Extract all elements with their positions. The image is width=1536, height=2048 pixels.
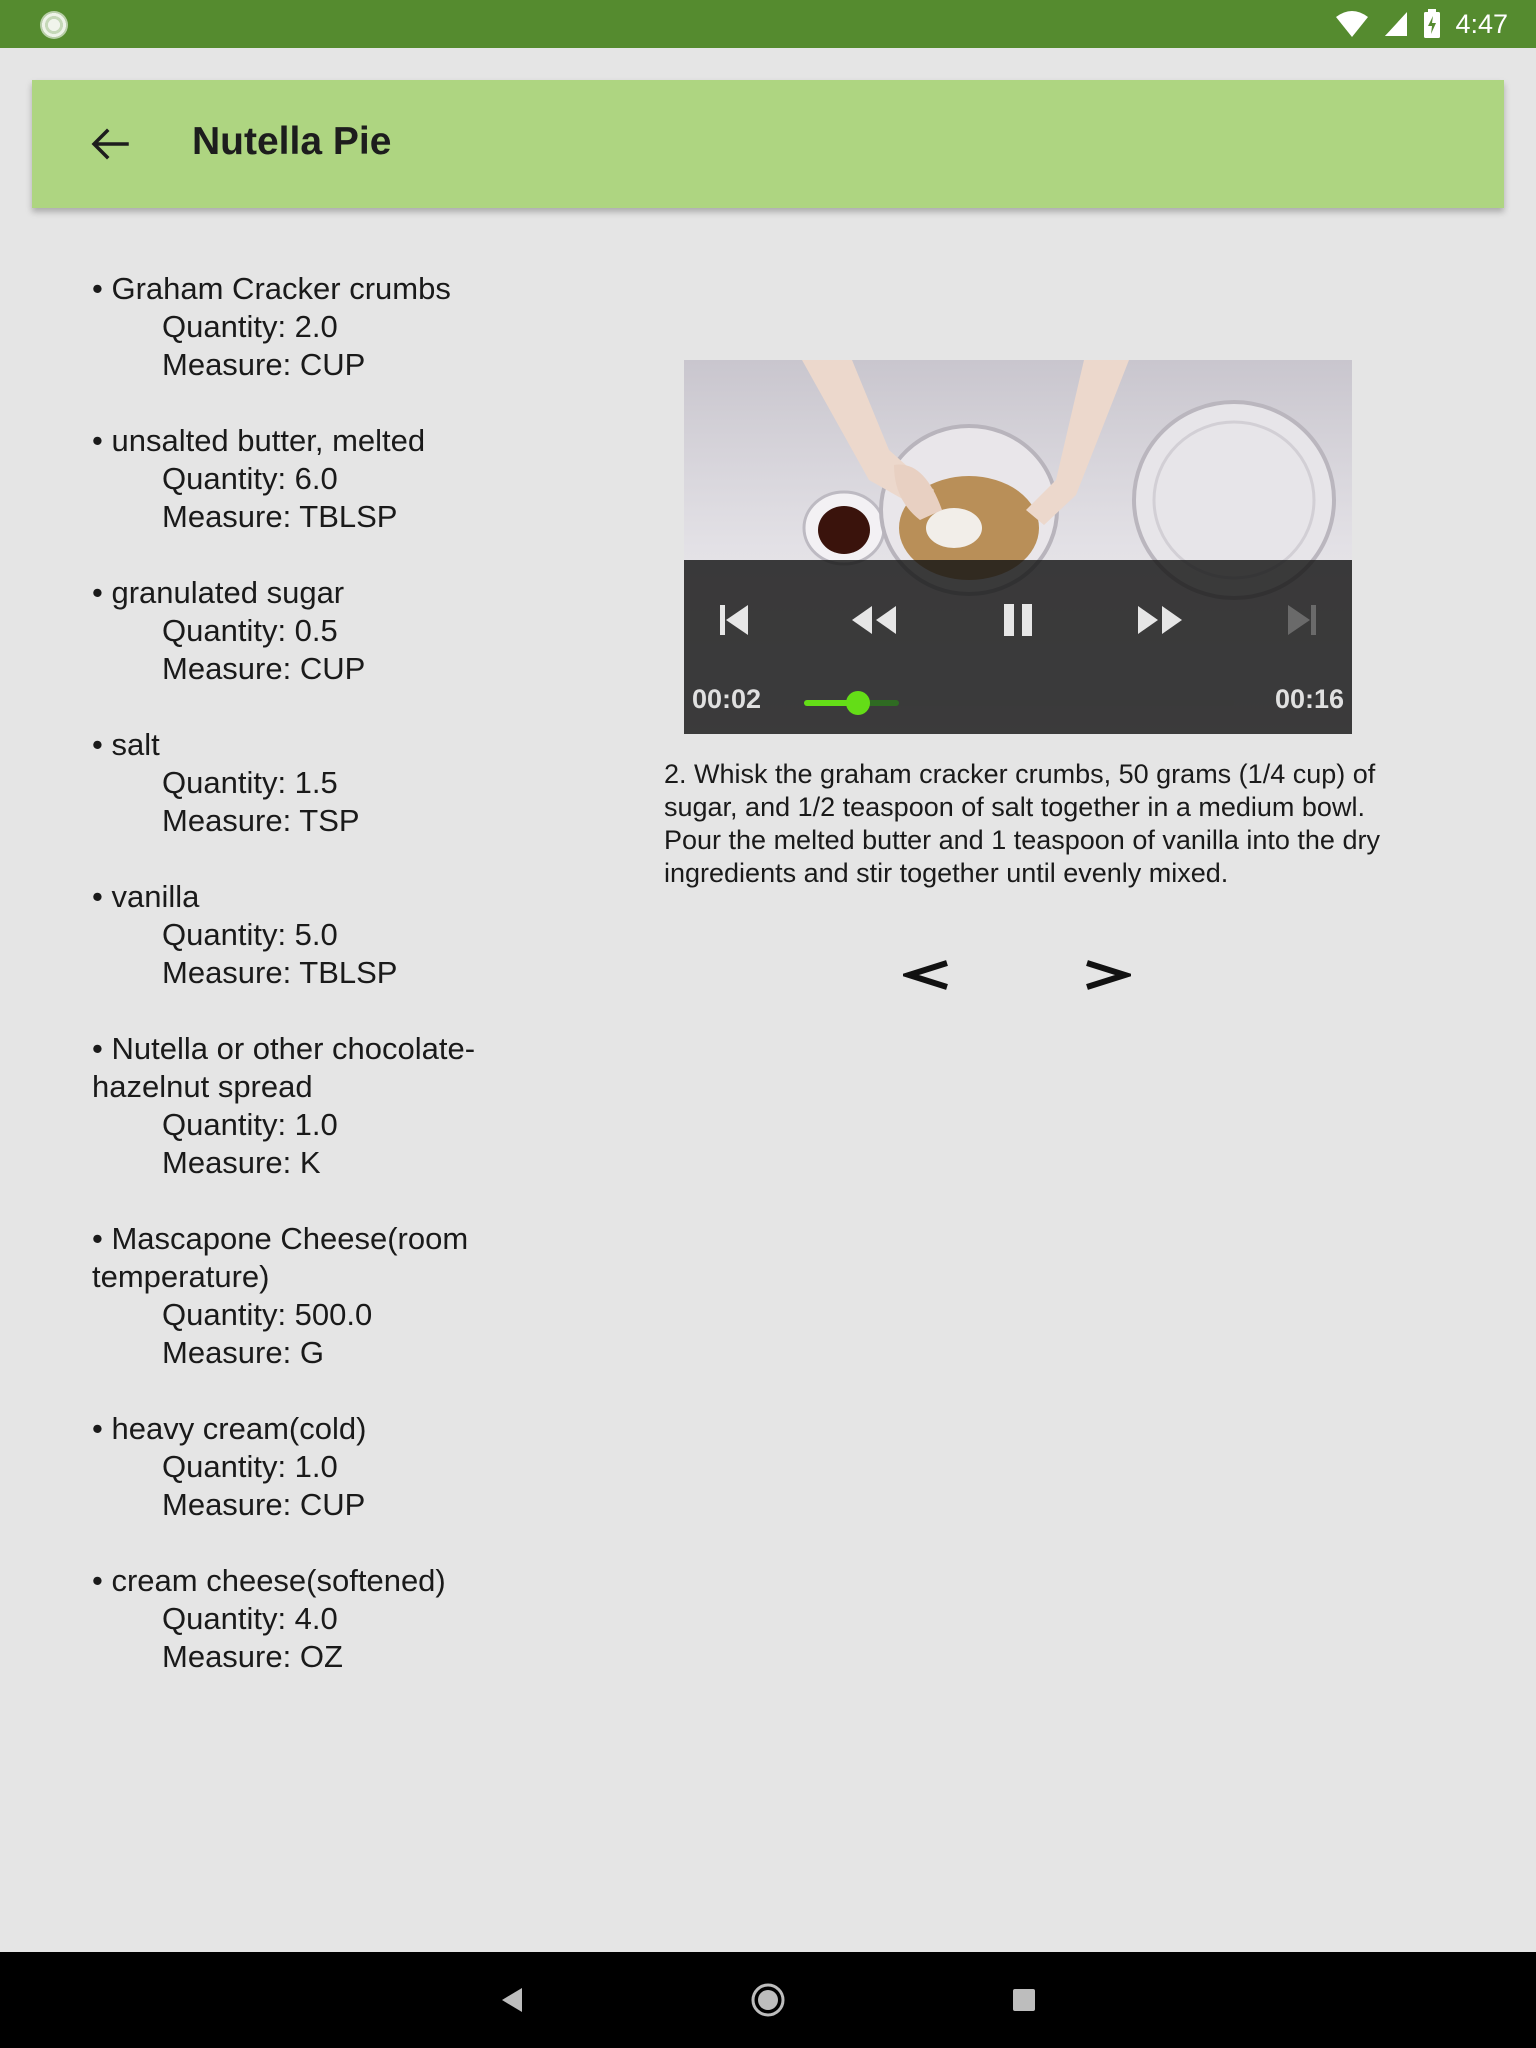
- ingredient-name: • Graham Cracker crumbs: [92, 271, 451, 306]
- system-back-button[interactable]: [492, 1980, 532, 2020]
- player-duration: 00:16: [1274, 684, 1344, 714]
- ingredient-name: • vanilla: [92, 879, 200, 914]
- list-item: • heavy cream(cold) Quantity: 1.0 Measur…: [92, 1410, 512, 1524]
- ingredient-name: • cream cheese(softened): [92, 1563, 446, 1598]
- ingredient-name: • heavy cream(cold): [92, 1411, 367, 1446]
- system-nav-bar: [0, 1952, 1536, 2048]
- next-step-button[interactable]: [1078, 954, 1138, 996]
- list-item: • salt Quantity: 1.5 Measure: TSP: [92, 726, 512, 840]
- ingredient-quantity: Quantity: 1.0: [162, 1107, 338, 1142]
- list-item: • unsalted butter, melted Quantity: 6.0 …: [92, 422, 512, 536]
- arrow-back-icon: [91, 128, 129, 160]
- ingredient-measure: Measure: K: [162, 1145, 321, 1180]
- home-circle-icon: [751, 1983, 785, 2017]
- ingredient-measure: Measure: TBLSP: [162, 499, 398, 534]
- list-item: • granulated sugar Quantity: 0.5 Measure…: [92, 574, 512, 688]
- skip-next-icon: [1288, 605, 1316, 635]
- list-item: • vanilla Quantity: 5.0 Measure: TBLSP: [92, 878, 512, 992]
- pause-button[interactable]: [986, 588, 1050, 652]
- list-item: • cream cheese(softened) Quantity: 4.0 M…: [92, 1562, 512, 1676]
- ingredient-measure: Measure: CUP: [162, 1487, 366, 1522]
- fast-forward-button[interactable]: [1128, 588, 1192, 652]
- ingredient-name: • Nutella or other chocolate-hazelnut sp…: [92, 1031, 476, 1104]
- status-right: 4:47: [1335, 0, 1508, 48]
- ingredient-quantity: Quantity: 5.0: [162, 917, 338, 952]
- battery-charging-icon: [1424, 9, 1441, 38]
- fast-forward-icon: [1138, 606, 1182, 634]
- ingredient-measure: Measure: CUP: [162, 347, 366, 382]
- chevron-right-icon: [1086, 960, 1131, 990]
- system-recents-button[interactable]: [1004, 1980, 1044, 2020]
- rewind-icon: [852, 606, 896, 634]
- ingredient-measure: Measure: CUP: [162, 651, 366, 686]
- player-controls: 00:02 00:16: [684, 560, 1352, 734]
- app-bar: Nutella Pie: [32, 80, 1504, 208]
- ingredient-name: • salt: [92, 727, 160, 762]
- list-item: • Mascapone Cheese(room temperature) Qua…: [92, 1220, 512, 1372]
- back-button[interactable]: [80, 114, 140, 174]
- step-description: 2. Whisk the graham cracker crumbs, 50 g…: [664, 759, 1380, 888]
- skip-previous-icon: [720, 605, 748, 635]
- list-item: • Graham Cracker crumbs Quantity: 2.0 Me…: [92, 270, 512, 384]
- cell-signal-icon: [1385, 12, 1408, 36]
- ingredient-measure: Measure: TBLSP: [162, 955, 398, 990]
- ingredient-quantity: Quantity: 1.5: [162, 765, 338, 800]
- page-title: Nutella Pie: [192, 120, 392, 163]
- system-home-button[interactable]: [748, 1980, 788, 2020]
- wifi-icon: [1336, 11, 1369, 37]
- skip-previous-button[interactable]: [702, 588, 766, 652]
- ingredient-quantity: Quantity: 500.0: [162, 1297, 373, 1332]
- ingredient-quantity: Quantity: 6.0: [162, 461, 338, 496]
- previous-step-button[interactable]: [896, 954, 956, 996]
- list-item: • Nutella or other chocolate-hazelnut sp…: [92, 1030, 512, 1182]
- ingredient-name: • Mascapone Cheese(room temperature): [92, 1221, 469, 1294]
- player-position: 00:02: [692, 684, 762, 714]
- ingredient-quantity: Quantity: 0.5: [162, 613, 338, 648]
- recents-square-icon: [1013, 1989, 1035, 2011]
- seek-thumb[interactable]: [845, 691, 870, 715]
- seek-bar[interactable]: [804, 691, 1234, 715]
- back-triangle-icon: [502, 1988, 522, 2012]
- video-player[interactable]: 00:02 00:16: [684, 360, 1352, 734]
- ingredient-measure: Measure: G: [162, 1335, 324, 1370]
- ingredient-quantity: Quantity: 2.0: [162, 309, 338, 344]
- notification-icon: [40, 11, 68, 39]
- ingredient-measure: Measure: OZ: [162, 1639, 343, 1674]
- status-bar: 4:47: [0, 0, 1536, 48]
- ingredient-list: • Graham Cracker crumbs Quantity: 2.0 Me…: [92, 270, 512, 1714]
- ingredient-quantity: Quantity: 4.0: [162, 1601, 338, 1636]
- pause-icon: [1004, 604, 1032, 636]
- ingredient-quantity: Quantity: 1.0: [162, 1449, 338, 1484]
- chevron-left-icon: [903, 960, 948, 990]
- ingredient-name: • granulated sugar: [92, 575, 345, 610]
- ingredient-name: • unsalted butter, melted: [92, 423, 426, 458]
- status-time: 4:47: [1455, 8, 1508, 39]
- ingredient-measure: Measure: TSP: [162, 803, 360, 838]
- skip-next-button[interactable]: [1270, 588, 1334, 652]
- rewind-button[interactable]: [842, 588, 906, 652]
